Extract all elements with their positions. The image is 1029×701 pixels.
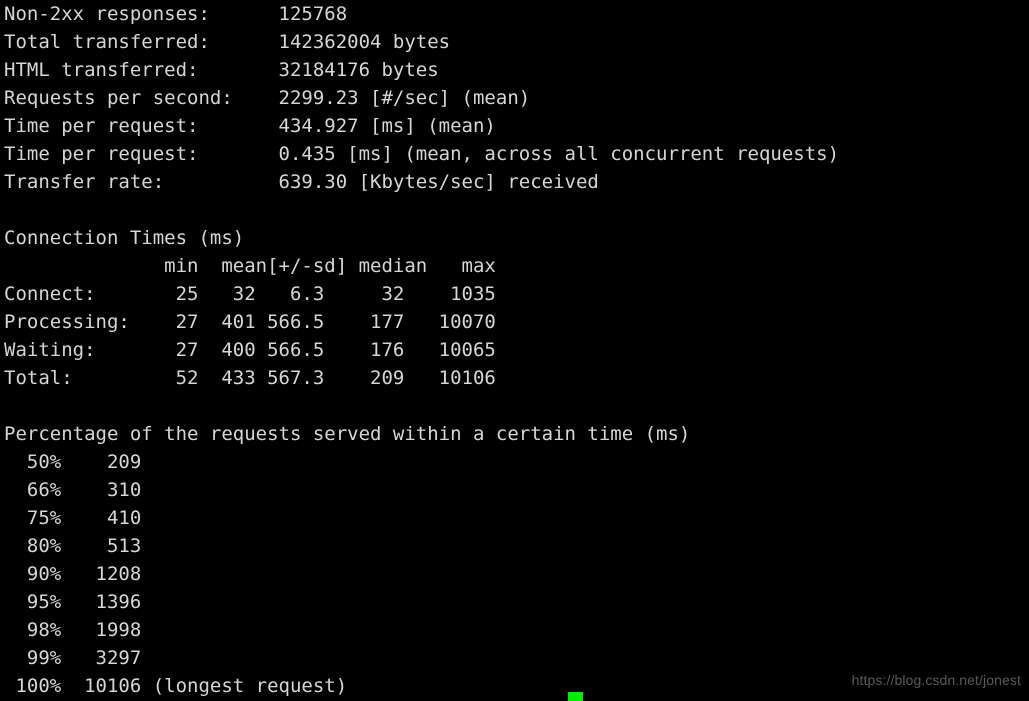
terminal-line: HTML transferred: 32184176 bytes [4, 59, 439, 81]
terminal-output: Non-2xx responses: 125768 Total transferr… [4, 0, 839, 700]
terminal-line: Connect: 25 32 6.3 32 1035 [4, 283, 496, 305]
terminal-window[interactable]: Non-2xx responses: 125768 Total transferr… [0, 0, 1029, 701]
terminal-line: Waiting: 27 400 566.5 176 10065 [4, 339, 496, 361]
terminal-line: 80% 513 [4, 535, 142, 557]
terminal-line: Time per request: 434.927 [ms] (mean) [4, 115, 496, 137]
terminal-line: Transfer rate: 639.30 [Kbytes/sec] recei… [4, 171, 599, 193]
terminal-line: Processing: 27 401 566.5 177 10070 [4, 311, 496, 333]
terminal-line: Total transferred: 142362004 bytes [4, 31, 451, 53]
terminal-line: Time per request: 0.435 [ms] (mean, acro… [4, 143, 840, 165]
watermark-text: https://blog.csdn.net/jonest [851, 672, 1021, 688]
terminal-line: 100% 10106 (longest request) [4, 675, 348, 697]
terminal-line: Requests per second: 2299.23 [#/sec] (me… [4, 87, 531, 109]
terminal-line: 75% 410 [4, 507, 142, 529]
terminal-line: 50% 209 [4, 451, 142, 473]
terminal-line: Percentage of the requests served within… [4, 423, 691, 445]
terminal-line: 90% 1208 [4, 563, 142, 585]
terminal-line: 66% 310 [4, 479, 142, 501]
terminal-line: 95% 1396 [4, 591, 142, 613]
terminal-line: Non-2xx responses: 125768 [4, 3, 348, 25]
terminal-line: Connection Times (ms) [4, 227, 245, 249]
terminal-line: 99% 3297 [4, 647, 142, 669]
terminal-line: min mean[+/-sd] median max [4, 255, 496, 277]
terminal-line: Total: 52 433 567.3 209 10106 [4, 367, 496, 389]
terminal-cursor [568, 692, 583, 701]
terminal-line: 98% 1998 [4, 619, 142, 641]
